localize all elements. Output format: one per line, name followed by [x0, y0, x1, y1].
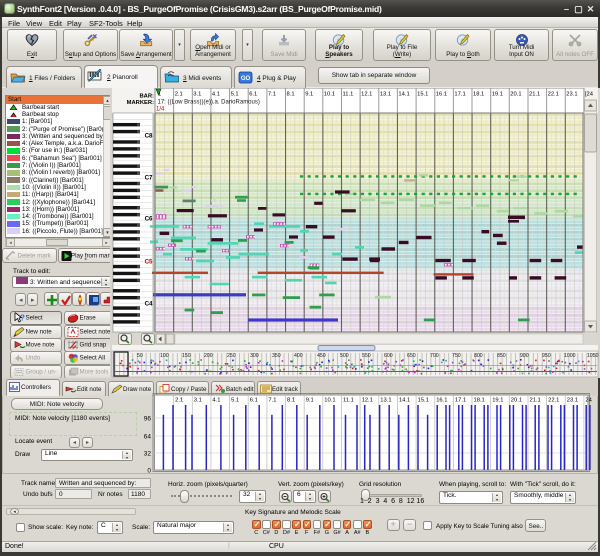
svg-text:32: 32 [144, 451, 152, 458]
svg-text:18.1: 18.1 [474, 398, 485, 404]
svg-text:450: 450 [317, 353, 326, 359]
svg-text:400: 400 [294, 353, 303, 359]
svg-text:96: 96 [144, 416, 152, 423]
svg-text:16.1: 16.1 [436, 398, 447, 404]
svg-text:19.1: 19.1 [492, 92, 503, 98]
svg-text:C5: C5 [145, 258, 153, 265]
svg-text:8.1: 8.1 [287, 398, 295, 404]
svg-text:64: 64 [144, 434, 152, 441]
svg-text:2.1: 2.1 [175, 92, 183, 98]
svg-text:700: 700 [430, 353, 439, 359]
svg-text:14.1: 14.1 [398, 92, 409, 98]
svg-text:50: 50 [137, 353, 143, 359]
svg-text:17.1: 17.1 [454, 92, 465, 98]
svg-text:350: 350 [272, 353, 281, 359]
svg-text:200: 200 [204, 353, 213, 359]
svg-text:650: 650 [407, 353, 416, 359]
svg-text:250: 250 [227, 353, 236, 359]
svg-text:6.1: 6.1 [250, 398, 258, 404]
svg-text:5.1: 5.1 [231, 398, 239, 404]
svg-text:150: 150 [182, 353, 191, 359]
svg-text:C8: C8 [145, 132, 153, 139]
svg-text:1/4: 1/4 [156, 107, 165, 113]
svg-text:12.1: 12.1 [362, 398, 373, 404]
svg-text:11.1: 11.1 [343, 398, 354, 404]
svg-text:13.1: 13.1 [380, 398, 391, 404]
svg-text:3.1: 3.1 [193, 92, 201, 98]
svg-text:800: 800 [474, 353, 483, 359]
svg-text:550: 550 [362, 353, 371, 359]
svg-text:9.1: 9.1 [305, 92, 313, 98]
svg-text:24: 24 [585, 398, 592, 404]
svg-text:4.1: 4.1 [212, 398, 220, 404]
svg-text:5.1: 5.1 [231, 92, 239, 98]
svg-text:6.1: 6.1 [249, 92, 257, 98]
svg-text:9.1: 9.1 [306, 398, 314, 404]
svg-text:16.1: 16.1 [436, 92, 447, 98]
svg-text:950: 950 [542, 353, 551, 359]
svg-text:14.1: 14.1 [399, 398, 410, 404]
svg-text:17: ((Low Brass))(e)).a. Dario: 17: ((Low Brass))(e)).a. DarioRamous) [158, 100, 260, 106]
svg-text:?: ? [20, 314, 25, 323]
svg-text:19.1: 19.1 [492, 398, 503, 404]
svg-text:BAR:: BAR: [140, 94, 155, 100]
svg-text:22.1: 22.1 [548, 398, 559, 404]
svg-text:900: 900 [520, 353, 529, 359]
svg-text:850: 850 [497, 353, 506, 359]
svg-text:7.1: 7.1 [268, 398, 276, 404]
svg-text:23.1: 23.1 [566, 92, 577, 98]
svg-text:1050: 1050 [587, 353, 599, 359]
svg-text:21.1: 21.1 [529, 92, 540, 98]
svg-text:[24: [24 [585, 92, 594, 98]
svg-text:4.1: 4.1 [212, 92, 220, 98]
svg-text:10.1: 10.1 [324, 398, 335, 404]
svg-text:13.1: 13.1 [380, 92, 391, 98]
svg-text:11.1: 11.1 [343, 92, 354, 98]
svg-text:22.1: 22.1 [548, 92, 559, 98]
svg-text:C6: C6 [145, 215, 153, 222]
svg-text:8.1: 8.1 [287, 92, 295, 98]
svg-text:2.1: 2.1 [175, 398, 183, 404]
svg-text:20.1: 20.1 [511, 398, 522, 404]
svg-text:15.1: 15.1 [418, 398, 429, 404]
svg-text:21.1: 21.1 [530, 398, 541, 404]
svg-text:23.1: 23.1 [567, 398, 578, 404]
svg-text:100: 100 [160, 353, 169, 359]
svg-text:600: 600 [384, 353, 393, 359]
svg-text:750: 750 [452, 353, 461, 359]
svg-text:300: 300 [250, 353, 259, 359]
svg-text:GO: GO [241, 76, 251, 82]
svg-text:15.1: 15.1 [417, 92, 428, 98]
svg-text:18.1: 18.1 [473, 92, 484, 98]
svg-text:7.1: 7.1 [268, 92, 276, 98]
svg-text:500: 500 [340, 353, 349, 359]
svg-text:12.1: 12.1 [361, 92, 372, 98]
svg-text:C7: C7 [145, 174, 153, 181]
svg-text:3.1: 3.1 [194, 398, 202, 404]
svg-text:20.1: 20.1 [510, 92, 521, 98]
svg-text:C4: C4 [145, 300, 153, 307]
svg-text:10.1: 10.1 [324, 92, 335, 98]
svg-text:MARKER:: MARKER: [127, 100, 154, 106]
svg-text:17.1: 17.1 [455, 398, 466, 404]
svg-text:1000: 1000 [564, 353, 576, 359]
